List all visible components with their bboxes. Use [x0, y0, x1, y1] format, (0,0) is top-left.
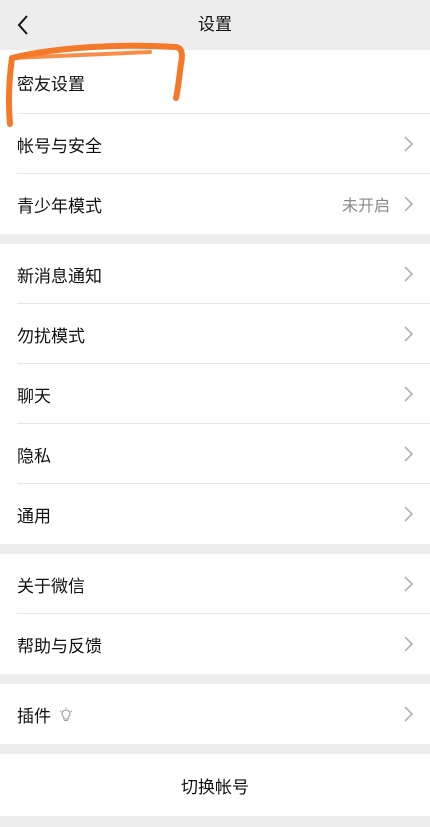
settings-item-do-not-disturb[interactable]: 勿扰模式 — [0, 304, 430, 364]
settings-item-label: 帮助与反馈 — [17, 636, 102, 657]
settings-item-privacy[interactable]: 隐私 — [0, 424, 430, 484]
settings-item-label: 插件 — [17, 706, 51, 727]
chevron-right-icon — [404, 706, 414, 722]
chevron-right-icon — [404, 636, 414, 652]
settings-item-about-wechat[interactable]: 关于微信 — [0, 554, 430, 614]
lightbulb-icon — [59, 707, 73, 721]
settings-item-label: 通用 — [17, 506, 51, 527]
switch-account-button[interactable]: 切换帐号 — [0, 754, 430, 816]
settings-item-youth-mode[interactable]: 青少年模式 未开启 — [0, 174, 430, 234]
nav-bar: 设置 — [0, 0, 430, 50]
settings-item-plugins[interactable]: 插件 — [0, 684, 430, 744]
settings-group-account: 密友设置 帐号与安全 青少年模式 未开启 — [0, 50, 430, 234]
settings-item-chat[interactable]: 聊天 — [0, 364, 430, 424]
settings-item-label: 勿扰模式 — [17, 326, 85, 347]
switch-account-label: 切换帐号 — [181, 777, 249, 798]
settings-item-close-friends[interactable]: 密友设置 — [0, 50, 430, 114]
chevron-right-icon — [404, 446, 414, 462]
settings-item-label: 密友设置 — [17, 74, 85, 95]
chevron-right-icon — [404, 266, 414, 282]
settings-group-about: 关于微信 帮助与反馈 — [0, 554, 430, 674]
settings-item-label: 聊天 — [17, 386, 51, 407]
settings-item-notifications[interactable]: 新消息通知 — [0, 244, 430, 304]
settings-item-label: 新消息通知 — [17, 266, 102, 287]
chevron-right-icon — [404, 196, 414, 212]
settings-item-general[interactable]: 通用 — [0, 484, 430, 544]
settings-group-plugins: 插件 — [0, 684, 430, 744]
settings-item-account-security[interactable]: 帐号与安全 — [0, 114, 430, 174]
chevron-right-icon — [404, 576, 414, 592]
settings-item-label-wrap: 插件 — [17, 702, 73, 727]
settings-group-general: 新消息通知 勿扰模式 聊天 隐私 通用 — [0, 244, 430, 544]
chevron-right-icon — [404, 506, 414, 522]
settings-item-label: 帐号与安全 — [17, 136, 102, 157]
page-title: 设置 — [198, 15, 232, 35]
chevron-right-icon — [404, 326, 414, 342]
settings-item-help-feedback[interactable]: 帮助与反馈 — [0, 614, 430, 674]
settings-item-label: 隐私 — [17, 446, 51, 467]
chevron-right-icon — [404, 386, 414, 402]
settings-item-label: 关于微信 — [17, 576, 85, 597]
settings-item-value: 未开启 — [341, 196, 390, 215]
chevron-right-icon — [404, 136, 414, 152]
settings-item-label: 青少年模式 — [17, 196, 102, 217]
